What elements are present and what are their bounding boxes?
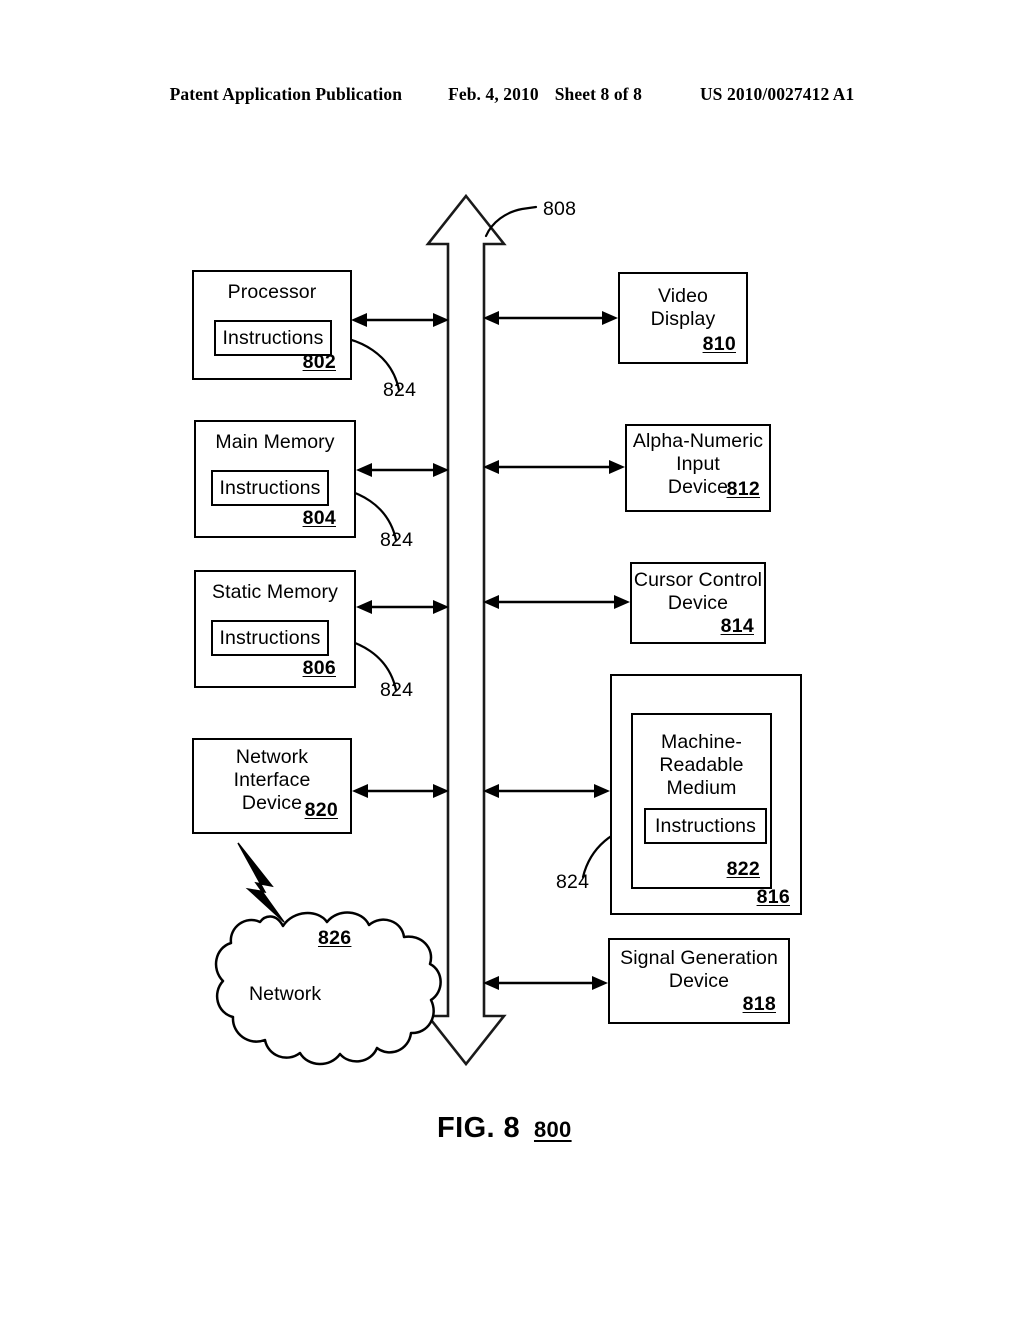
block-video-display-ref: 810 xyxy=(702,333,736,355)
block-processor: Processor Instructions 802 xyxy=(192,270,352,380)
block-network-interface-line-2: Interface xyxy=(233,769,311,791)
connector-main-memory-bus xyxy=(356,463,449,477)
network-cloud-ref: 826 xyxy=(318,927,352,949)
block-processor-instructions-label: Instructions xyxy=(222,326,324,349)
figure-caption-label: FIG. 8 xyxy=(437,1112,520,1144)
block-machine-readable-instructions: Instructions xyxy=(644,808,767,844)
block-static-memory: Static Memory Instructions 806 xyxy=(194,570,356,688)
block-cursor-control-line-1: Cursor Control xyxy=(633,569,763,591)
network-cloud-label: Network xyxy=(249,983,322,1005)
block-static-memory-title: Static Memory xyxy=(212,581,338,603)
lightning-bolt-icon xyxy=(237,842,285,923)
block-main-memory-title: Main Memory xyxy=(215,431,335,453)
block-processor-ref: 802 xyxy=(302,351,336,373)
block-machine-readable-line-1: Machine- xyxy=(661,731,742,753)
leader-label-824-static-memory: 824 xyxy=(380,679,414,701)
block-storage-device-ref: 816 xyxy=(756,886,790,908)
block-alphanumeric-line-3: Device xyxy=(667,476,729,498)
block-cursor-control-device: Cursor Control Device 814 xyxy=(630,562,766,644)
block-processor-title: Processor xyxy=(227,281,317,303)
block-alphanumeric-line-2: Input xyxy=(676,453,720,475)
block-signal-generation-ref: 818 xyxy=(742,993,776,1015)
block-cursor-control-ref: 814 xyxy=(720,615,754,637)
figure-8-diagram: Processor Instructions 802 824 Main Memo… xyxy=(0,0,1024,1320)
figure-caption-ref: 800 xyxy=(533,1117,572,1142)
block-alphanumeric-line-1: Alpha-Numeric xyxy=(632,430,764,452)
block-machine-readable-ref: 822 xyxy=(726,858,760,880)
leader-label-824-machine-readable: 824 xyxy=(556,871,590,893)
block-main-memory-instructions: Instructions xyxy=(211,470,329,506)
block-network-interface-line-3: Device xyxy=(241,792,303,814)
block-main-memory: Main Memory Instructions 804 xyxy=(194,420,356,538)
leader-label-824-processor: 824 xyxy=(383,379,417,401)
block-video-display: Video Display 810 xyxy=(618,272,748,364)
block-alphanumeric-input-device: Alpha-Numeric Input Device 812 xyxy=(625,424,771,512)
block-machine-readable-medium: Machine- Readable Medium Instructions 82… xyxy=(631,713,772,889)
connector-bus-machine-readable-medium xyxy=(483,784,610,798)
connector-bus-cursor-control xyxy=(483,595,630,609)
block-cursor-control-line-2: Device xyxy=(667,592,729,614)
block-signal-generation-line-2: Device xyxy=(668,970,730,992)
block-main-memory-instructions-label: Instructions xyxy=(219,476,321,499)
block-video-display-line-1: Video xyxy=(657,285,709,307)
block-machine-readable-line-3: Medium xyxy=(666,777,737,799)
connector-bus-alphanumeric-input xyxy=(483,460,625,474)
block-network-interface-device: Network Interface Device 820 xyxy=(192,738,352,834)
block-machine-readable-instructions-label: Instructions xyxy=(655,814,756,837)
block-video-display-line-2: Display xyxy=(650,308,716,330)
block-signal-generation-line-1: Signal Generation xyxy=(620,947,778,969)
block-network-interface-line-1: Network xyxy=(235,746,309,768)
block-static-memory-instructions: Instructions xyxy=(211,620,329,656)
connector-bus-signal-generation xyxy=(483,976,608,990)
bus-ref-label: 808 xyxy=(543,198,577,220)
leader-label-824-main-memory: 824 xyxy=(380,529,414,551)
block-machine-readable-line-2: Readable xyxy=(659,754,744,776)
connector-processor-bus xyxy=(351,313,449,327)
block-static-memory-ref: 806 xyxy=(302,657,336,679)
figure-caption: FIG. 8 800 xyxy=(437,1112,572,1145)
block-static-memory-instructions-label: Instructions xyxy=(219,626,321,649)
block-signal-generation-device: Signal Generation Device 818 xyxy=(608,938,790,1024)
block-main-memory-ref: 804 xyxy=(302,507,336,529)
block-network-interface-ref: 820 xyxy=(304,799,338,821)
connector-bus-video-display xyxy=(483,311,618,325)
block-alphanumeric-ref: 812 xyxy=(726,478,760,500)
system-bus-arrow xyxy=(425,193,507,1067)
connector-static-memory-bus xyxy=(356,600,449,614)
